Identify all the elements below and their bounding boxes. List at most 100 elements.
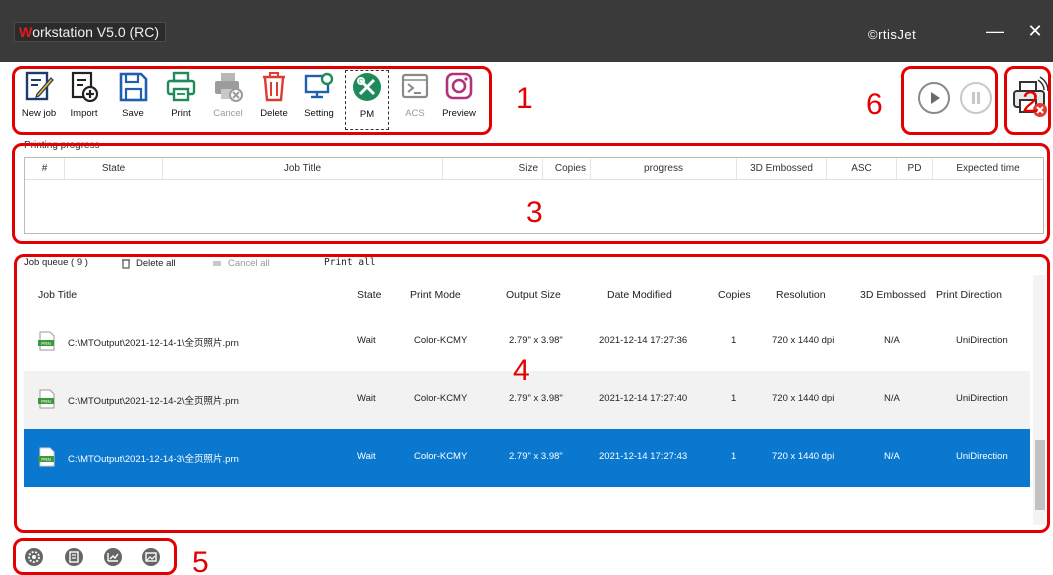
close-button[interactable]: ✕	[1020, 18, 1050, 44]
date-modified-cell: 2021-12-14 17:27:36	[599, 335, 688, 346]
pp-col-asc[interactable]: ASC	[827, 158, 897, 179]
job-queue-label: Job queue ( 9 )	[24, 257, 88, 268]
output-size-cell: 2.79" x 3.98"	[509, 393, 563, 404]
prn-file-icon: PRN	[38, 447, 55, 467]
jq-col-resolution[interactable]: Resolution	[776, 289, 826, 301]
app-title: Workstation V5.0 (RC)	[14, 22, 167, 42]
app-title-text: orkstation V5.0 (RC)	[32, 24, 160, 40]
gear-icon[interactable]	[24, 547, 44, 567]
pm-button[interactable]: PM	[345, 70, 389, 130]
preview-icon	[445, 72, 473, 100]
copies-cell: 1	[731, 451, 737, 462]
cancel-print-icon	[215, 73, 243, 102]
cancel-print-button[interactable]: Cancel	[206, 70, 250, 130]
jq-col-print-mode[interactable]: Print Mode	[410, 289, 461, 301]
date-modified-cell: 2021-12-14 17:27:40	[599, 393, 688, 404]
prn-file-icon: PRN	[38, 389, 55, 409]
title-bar: Workstation V5.0 (RC) ©rtisJet — ✕	[0, 0, 1053, 62]
job-title-cell: C:\MTOutput\2021-12-14-1\全页照片.prn	[68, 338, 239, 349]
minimize-button[interactable]: —	[980, 18, 1010, 44]
setting-button[interactable]: Setting	[297, 70, 341, 130]
pause-button[interactable]	[960, 82, 992, 114]
delete-button[interactable]: Delete	[252, 70, 296, 130]
job-queue-table: Job Title State Print Mode Output Size D…	[24, 275, 1030, 530]
annotation-number-5: 5	[192, 546, 209, 575]
print-button[interactable]: Print	[159, 70, 203, 130]
resolution-cell: 720 x 1440 dpi	[772, 335, 835, 346]
cancel-all-button[interactable]: Cancel all	[228, 258, 270, 270]
import-button[interactable]: Import	[62, 70, 106, 130]
table-row-selected[interactable]: PRN C:\MTOutput\2021-12-14-3\全页照片.prn Wa…	[24, 429, 1030, 487]
pp-col-size[interactable]: Size	[443, 158, 543, 179]
jq-col-embossed[interactable]: 3D Embossed	[860, 289, 926, 301]
new-job-label: New job	[21, 108, 57, 119]
acs-label: ACS	[405, 108, 425, 119]
prn-file-type: PRN	[41, 457, 51, 462]
trash-icon	[263, 72, 285, 102]
new-job-icon	[25, 71, 54, 101]
acs-button[interactable]: ACS	[393, 70, 437, 130]
pm-label: PM	[359, 109, 375, 120]
state-cell: Wait	[357, 451, 376, 462]
save-icon	[119, 72, 148, 102]
print-all-button[interactable]: Print all	[324, 257, 375, 269]
annotation-number-4: 4	[513, 354, 530, 387]
pp-col-progress[interactable]: progress	[591, 158, 737, 179]
state-cell: Wait	[357, 393, 376, 404]
copies-cell: 1	[731, 393, 737, 404]
jq-col-copies[interactable]: Copies	[718, 289, 751, 301]
delete-label: Delete	[260, 108, 288, 119]
printing-progress-header: # State Job Title Size Copies progress 3…	[25, 158, 1043, 180]
document-icon[interactable]	[64, 547, 84, 567]
prn-file-type: PRN	[41, 341, 51, 346]
tools-icon	[353, 73, 381, 101]
job-queue-header: Job Title State Print Mode Output Size D…	[24, 275, 1030, 313]
printing-progress-caption: Printing progress	[24, 140, 100, 151]
copies-cell: 1	[731, 335, 737, 346]
jq-col-state[interactable]: State	[357, 289, 382, 301]
annotation-number-1: 1	[516, 82, 533, 115]
output-size-cell: 2.79" x 3.98"	[509, 335, 563, 346]
pp-col-embossed[interactable]: 3D Embossed	[737, 158, 827, 179]
jq-col-output-size[interactable]: Output Size	[506, 289, 561, 301]
date-modified-cell: 2021-12-14 17:27:43	[599, 451, 688, 462]
jq-col-print-direction[interactable]: Print Direction	[936, 289, 1002, 301]
pp-col-job-title[interactable]: Job Title	[163, 158, 443, 179]
resolution-cell: 720 x 1440 dpi	[772, 451, 835, 462]
pp-col-expected-time[interactable]: Expected time	[933, 158, 1043, 179]
folder-image-icon[interactable]	[141, 547, 161, 567]
embossed-cell: N/A	[884, 451, 900, 462]
print-icon	[166, 71, 196, 102]
cancel-print-label: Cancel	[213, 108, 243, 119]
new-job-button[interactable]: New job	[17, 70, 61, 130]
chart-icon[interactable]	[103, 547, 123, 567]
pp-col-state[interactable]: State	[65, 158, 163, 179]
save-button[interactable]: Save	[111, 70, 155, 130]
delete-all-icon	[122, 259, 130, 269]
print-mode-cell: Color-KCMY	[414, 335, 468, 346]
preview-label: Preview	[442, 108, 476, 119]
annotation-number-2: 2	[1022, 86, 1039, 119]
pp-col-copies[interactable]: Copies	[543, 158, 591, 179]
brand-logo: ©rtisJet	[868, 27, 917, 42]
resolution-cell: 720 x 1440 dpi	[772, 393, 835, 404]
jq-col-date-modified[interactable]: Date Modified	[607, 289, 672, 301]
preview-button[interactable]: Preview	[437, 70, 481, 130]
print-direction-cell: UniDirection	[956, 335, 1008, 346]
scrollbar-thumb[interactable]	[1035, 440, 1045, 510]
pp-col-index[interactable]: #	[25, 158, 65, 179]
output-size-cell: 2.79" x 3.98"	[509, 451, 563, 462]
pp-col-pd[interactable]: PD	[897, 158, 933, 179]
import-label: Import	[70, 108, 98, 119]
play-button[interactable]	[918, 82, 950, 114]
jq-col-job-title[interactable]: Job Title	[38, 289, 77, 301]
print-direction-cell: UniDirection	[956, 451, 1008, 462]
app-title-initial: W	[19, 24, 33, 40]
print-mode-cell: Color-KCMY	[414, 393, 468, 404]
embossed-cell: N/A	[884, 393, 900, 404]
annotation-number-6: 6	[866, 88, 883, 121]
terminal-icon	[401, 73, 429, 99]
annotation-number-3: 3	[526, 196, 543, 229]
setting-label: Setting	[304, 108, 334, 119]
delete-all-button[interactable]: Delete all	[136, 258, 176, 270]
